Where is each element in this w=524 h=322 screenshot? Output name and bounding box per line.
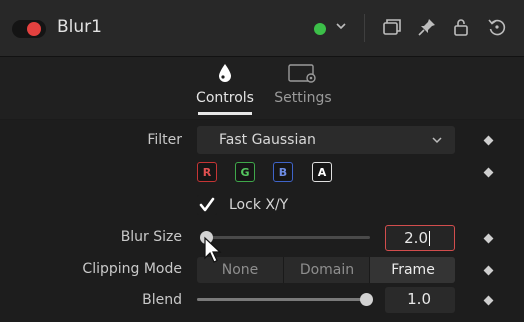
tool-enable-toggle[interactable] [12, 20, 46, 38]
checkmark-icon [199, 197, 215, 212]
versions-icon[interactable] [381, 16, 403, 38]
toggle-knob [27, 22, 41, 36]
blend-label: Blend [142, 292, 182, 308]
lock-xy-checkbox[interactable] [197, 195, 217, 215]
clipping-mode-frame[interactable]: Frame [369, 257, 455, 283]
filter-dropdown[interactable]: Fast Gaussian [197, 126, 455, 154]
chevron-down-icon [432, 137, 442, 144]
blend-slider-fill [197, 298, 367, 301]
chevron-down-icon[interactable] [334, 19, 348, 33]
lock-xy-label: Lock X/Y [229, 197, 289, 213]
channel-g-button[interactable]: G [235, 162, 255, 182]
settings-icon [288, 64, 316, 83]
header-divider [364, 14, 365, 42]
channel-b-button[interactable]: B [273, 162, 293, 182]
blur-size-value: 2.0 [404, 229, 428, 247]
tab-controls[interactable]: Controls [190, 57, 260, 119]
inspector-tabs: Controls Settings [0, 57, 524, 119]
text-caret [429, 231, 430, 246]
lock-icon[interactable] [450, 16, 472, 38]
tab-settings-label: Settings [274, 90, 332, 106]
blend-slider-knob[interactable] [360, 293, 373, 306]
tool-header: Blur1 [0, 0, 524, 57]
blur-size-slider-track[interactable] [202, 236, 370, 239]
status-green-dot[interactable] [314, 23, 326, 35]
filter-value: Fast Gaussian [219, 132, 316, 148]
blend-input[interactable]: 1.0 [385, 287, 455, 313]
tab-settings[interactable]: Settings [270, 57, 336, 119]
mouse-cursor-icon [204, 236, 222, 263]
tab-controls-label: Controls [196, 90, 254, 106]
drop-icon [219, 64, 231, 82]
filter-label: Filter [147, 132, 182, 148]
tool-name: Blur1 [57, 17, 102, 37]
clipping-mode-label: Clipping Mode [82, 261, 182, 277]
reset-icon[interactable] [486, 16, 508, 38]
channel-a-button[interactable]: A [312, 162, 332, 182]
clipping-mode-selector: None Domain Frame [197, 257, 455, 283]
channel-r-button[interactable]: R [197, 162, 217, 182]
clipping-mode-domain[interactable]: Domain [283, 257, 370, 283]
active-tab-indicator [198, 112, 252, 115]
blur-size-label: Blur Size [120, 229, 182, 245]
pin-icon[interactable] [416, 16, 438, 38]
blur-size-input[interactable]: 2.0 [385, 225, 455, 251]
